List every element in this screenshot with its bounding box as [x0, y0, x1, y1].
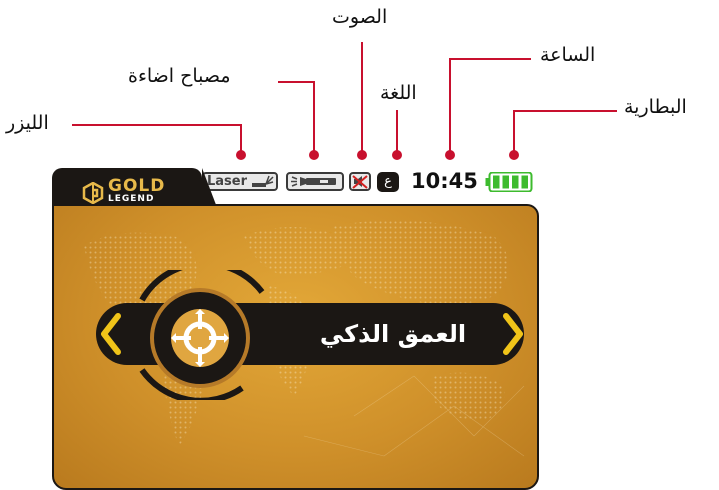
callout-battery-line-h — [513, 110, 617, 112]
callout-laser-line-h — [72, 124, 242, 126]
callout-sound-dot — [357, 150, 367, 160]
callout-lamp-label: مصباح اضاءة — [128, 65, 231, 87]
callout-battery-line-v — [513, 110, 515, 154]
callout-clock-dot — [445, 150, 455, 160]
callout-language-line — [396, 110, 398, 154]
chevron-right-icon[interactable] — [498, 310, 528, 358]
callout-language-label: اللغة — [380, 82, 417, 104]
device-screen: GOLD LEGEND العمق الذكي — [52, 168, 539, 490]
callout-language-dot — [392, 150, 402, 160]
callout-lamp-line-v — [313, 81, 315, 153]
brand-name-line2: LEGEND — [108, 194, 155, 204]
menu-item-label[interactable]: العمق الذكي — [288, 320, 498, 348]
callout-clock-line-v — [449, 58, 451, 154]
callout-lamp-line-h — [278, 81, 315, 83]
callout-lamp-dot — [309, 150, 319, 160]
callout-clock-label: الساعة — [540, 44, 596, 66]
callout-battery-dot — [509, 150, 519, 160]
callout-battery-label: البطارية — [624, 96, 687, 118]
gold-legend-logo-icon — [82, 182, 104, 204]
callout-sound-label: الصوت — [332, 6, 388, 28]
chevron-left-icon[interactable] — [96, 310, 126, 358]
callout-clock-line-h — [449, 58, 531, 60]
callout-laser-dot — [236, 150, 246, 160]
crosshair-target-icon — [171, 309, 229, 367]
brand-name-line1: GOLD — [108, 176, 166, 196]
callout-laser-label: الليزر — [6, 112, 49, 134]
callout-sound-line — [361, 42, 363, 152]
